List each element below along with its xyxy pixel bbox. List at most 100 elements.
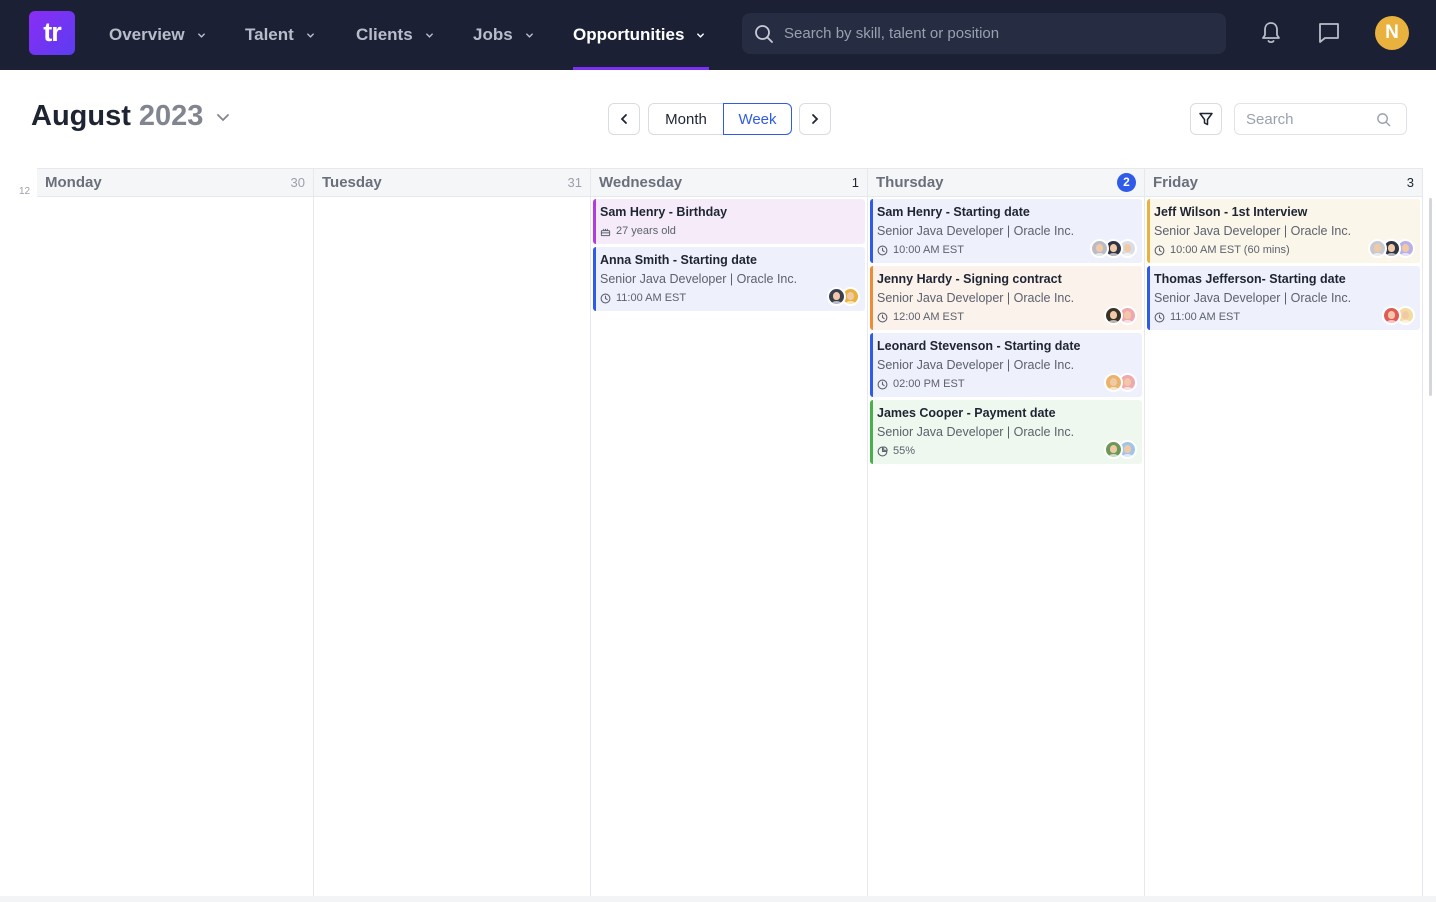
search-icon bbox=[1377, 112, 1391, 126]
month-view-button[interactable]: Month bbox=[648, 103, 723, 135]
day-name: Tuesday bbox=[322, 174, 382, 191]
event-meta: 12:00 AM EST bbox=[877, 311, 1136, 324]
clock-icon bbox=[1154, 245, 1165, 256]
event-card[interactable]: James Cooper - Payment date Senior Java D… bbox=[870, 400, 1142, 464]
day-header: Friday 3 bbox=[1145, 168, 1422, 197]
nav-talent[interactable]: Talent bbox=[245, 0, 315, 70]
clock-icon bbox=[877, 312, 888, 323]
nav-clients-label: Clients bbox=[356, 25, 413, 44]
nav-overview-label: Overview bbox=[109, 25, 185, 44]
event-card[interactable]: Leonard Stevenson - Starting date Senior … bbox=[870, 333, 1142, 397]
day-column-friday[interactable]: Friday 3 Jeff Wilson - 1st Interview Seni… bbox=[1145, 168, 1423, 896]
event-card[interactable]: Anna Smith - Starting date Senior Java De… bbox=[593, 247, 865, 311]
event-attendees bbox=[1090, 239, 1137, 258]
week-view-button[interactable]: Week bbox=[723, 103, 792, 135]
event-title: Jeff Wilson - 1st Interview bbox=[1154, 205, 1308, 219]
filter-icon bbox=[1199, 112, 1213, 126]
attendee-avatar[interactable] bbox=[827, 287, 846, 306]
attendee-avatar[interactable] bbox=[1368, 239, 1387, 258]
event-title: Anna Smith - Starting date bbox=[600, 253, 757, 267]
month-year-selector[interactable]: August 2023 bbox=[31, 100, 231, 133]
event-attendees bbox=[1382, 306, 1415, 325]
event-meta: 11:00 AM EST bbox=[600, 292, 859, 305]
week-calendar: Monday 30 Tuesday 31 Wednesday 1 Sam Hen… bbox=[37, 168, 1423, 896]
event-card[interactable]: Jenny Hardy - Signing contract Senior Jav… bbox=[870, 266, 1142, 330]
nav-jobs[interactable]: Jobs bbox=[473, 0, 534, 70]
event-card[interactable]: Sam Henry - Birthday 27 years old bbox=[593, 199, 865, 244]
global-search[interactable] bbox=[742, 13, 1226, 54]
event-subtitle: Senior Java Developer | Oracle Inc. bbox=[877, 358, 1075, 372]
event-subtitle: Senior Java Developer | Oracle Inc. bbox=[877, 425, 1075, 439]
day-header: Thursday 2 bbox=[868, 168, 1144, 197]
day-name: Thursday bbox=[876, 174, 944, 191]
hour-label: 12 bbox=[19, 186, 31, 197]
day-column-tuesday[interactable]: Tuesday 31 bbox=[314, 168, 591, 896]
event-meta: 11:00 AM EST bbox=[1154, 311, 1414, 324]
event-title: Thomas Jefferson- Starting date bbox=[1154, 272, 1346, 286]
event-attendees bbox=[1368, 239, 1415, 258]
event-card[interactable]: Sam Henry - Starting date Senior Java Dev… bbox=[870, 199, 1142, 263]
chevron-left-icon bbox=[620, 114, 627, 124]
day-column-thursday[interactable]: Thursday 2 Sam Henry - Starting date Seni… bbox=[868, 168, 1145, 896]
attendee-avatar[interactable] bbox=[1382, 306, 1401, 325]
day-date: 3 bbox=[1406, 175, 1414, 190]
event-subtitle: Senior Java Developer | Oracle Inc. bbox=[877, 224, 1075, 238]
clock-icon bbox=[600, 293, 611, 304]
event-subtitle: Senior Java Developer | Oracle Inc. bbox=[600, 272, 798, 286]
event-meta: 02:00 PM EST bbox=[877, 378, 1136, 391]
message-icon[interactable] bbox=[1316, 20, 1342, 46]
event-title: Sam Henry - Starting date bbox=[877, 205, 1030, 219]
attendee-avatar[interactable] bbox=[1104, 373, 1123, 392]
calendar-search[interactable] bbox=[1234, 103, 1407, 135]
day-header: Tuesday 31 bbox=[314, 168, 590, 197]
app-logo[interactable]: tr bbox=[29, 11, 75, 55]
event-meta-text: 27 years old bbox=[616, 225, 676, 237]
view-toggle: Month Week bbox=[648, 103, 792, 135]
clock-icon bbox=[877, 379, 888, 390]
event-attendees bbox=[1104, 373, 1137, 392]
day-date: 1 bbox=[851, 175, 859, 190]
event-subtitle: Senior Java Developer | Oracle Inc. bbox=[1154, 224, 1352, 238]
event-list: Sam Henry - Birthday 27 years old Anna Smi… bbox=[591, 197, 867, 311]
cake-icon bbox=[600, 226, 611, 237]
nav-opportunities[interactable]: Opportunities bbox=[573, 0, 705, 70]
event-card[interactable]: Jeff Wilson - 1st Interview Senior Java D… bbox=[1147, 199, 1420, 263]
attendee-avatar[interactable] bbox=[1104, 306, 1123, 325]
global-search-input[interactable] bbox=[784, 25, 1204, 42]
chevron-right-icon bbox=[812, 114, 819, 124]
nav-overview[interactable]: Overview bbox=[109, 0, 206, 70]
attendee-avatar[interactable] bbox=[1090, 239, 1109, 258]
event-title: Sam Henry - Birthday bbox=[600, 205, 728, 219]
filter-button[interactable] bbox=[1190, 103, 1222, 135]
day-name: Monday bbox=[45, 174, 102, 191]
event-meta-text: 10:00 AM EST (60 mins) bbox=[1170, 244, 1290, 256]
next-week-button[interactable] bbox=[799, 103, 831, 135]
nav-jobs-label: Jobs bbox=[473, 25, 513, 44]
attendee-avatar[interactable] bbox=[1104, 440, 1123, 459]
previous-week-button[interactable] bbox=[608, 103, 640, 135]
day-column-wednesday[interactable]: Wednesday 1 Sam Henry - Birthday 27 years… bbox=[591, 168, 868, 896]
scrollbar[interactable] bbox=[1429, 198, 1432, 396]
day-name: Friday bbox=[1153, 174, 1199, 191]
event-attendees bbox=[1104, 306, 1137, 325]
chevron-down-icon bbox=[697, 32, 705, 38]
chevron-down-icon bbox=[425, 32, 433, 38]
event-meta-text: 12:00 AM EST bbox=[893, 311, 964, 323]
pie-chart-icon bbox=[877, 446, 888, 457]
day-column-monday[interactable]: Monday 30 bbox=[37, 168, 314, 896]
event-meta-text: 02:00 PM EST bbox=[893, 378, 965, 390]
nav-talent-label: Talent bbox=[245, 25, 294, 44]
event-meta: 55% bbox=[877, 445, 1136, 458]
user-avatar[interactable]: N bbox=[1375, 16, 1409, 50]
nav-clients[interactable]: Clients bbox=[356, 0, 434, 70]
event-title: Leonard Stevenson - Starting date bbox=[877, 339, 1081, 353]
event-meta-text: 11:00 AM EST bbox=[1170, 311, 1241, 323]
active-nav-indicator bbox=[573, 67, 709, 70]
day-name: Wednesday bbox=[599, 174, 683, 191]
bell-icon[interactable] bbox=[1258, 20, 1284, 46]
calendar-search-input[interactable] bbox=[1246, 110, 1376, 128]
event-meta: 27 years old bbox=[600, 225, 859, 238]
event-list: Sam Henry - Starting date Senior Java Dev… bbox=[868, 197, 1144, 464]
event-card[interactable]: Thomas Jefferson- Starting date Senior Ja… bbox=[1147, 266, 1420, 330]
event-subtitle: Senior Java Developer | Oracle Inc. bbox=[1154, 291, 1352, 305]
